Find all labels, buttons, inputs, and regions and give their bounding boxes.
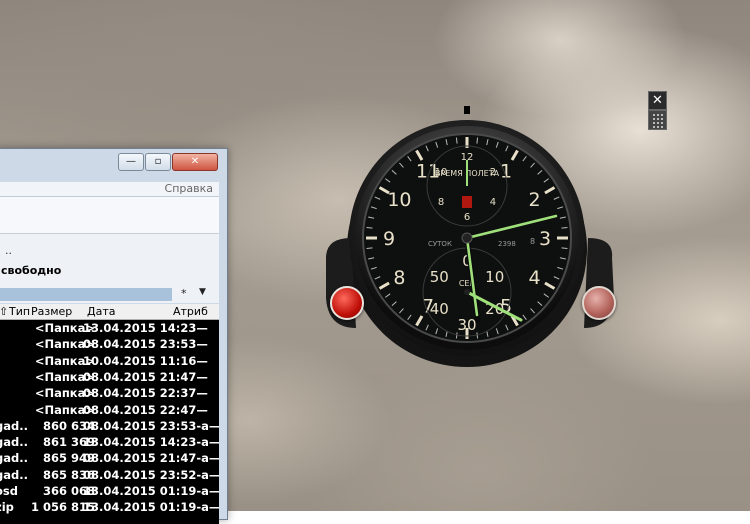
toolbar [0,197,219,234]
file-date: 13.04.2015 01:19-a— [83,500,219,515]
maximize-button[interactable]: ▫ [145,153,171,171]
file-row[interactable]: <Папка> 08.04.2015 22:37— [0,385,219,401]
hour-number: 2 [529,189,541,211]
file-row[interactable]: gad..865 94908.04.2015 21:47-a— [0,450,219,466]
file-date: 08.04.2015 23:52-a— [83,467,219,482]
aircraft-clock-gadget[interactable]: 1 2 3 4 5 7 8 9 10 11 12 2 4 6 8 10 0 10 20 30 40 50 ВРЕМЯ … [316,98,626,388]
seconds-number: 10 [485,268,504,286]
column-attr[interactable]: Атриб [173,305,208,318]
clock-tick [476,332,479,339]
clock-face: 123457891011 12246810 01020304050 ВРЕМЯ … [326,106,614,367]
hour-number: 8 [393,267,405,289]
filter-mask[interactable]: * [181,287,187,300]
small-indicator-label: 8 [530,237,535,246]
file-date: 08.04.2015 22:37— [83,386,208,401]
flight-indicator-icon [462,196,472,208]
drive-bar: .. свободно [0,234,219,288]
hour-number: 10 [387,189,411,211]
file-row[interactable]: gad..861 36913.04.2015 14:23-a— [0,434,219,450]
gadget-close-button[interactable]: ✕ [648,91,667,110]
file-row[interactable]: <Папка> 13.04.2015 14:23— [0,320,219,336]
clock-tick [366,247,373,250]
file-row[interactable]: <Папка> 10.04.2015 11:16— [0,353,219,369]
menu-help[interactable]: Справка [165,182,213,195]
file-name: gad.. [0,467,28,482]
file-date: 08.04.2015 21:47— [83,369,208,384]
file-date: 08.04.2015 21:47-a— [83,451,219,466]
serial-label: 2398 [498,240,516,248]
clock-tick [561,247,568,250]
file-name: gad.. [0,418,28,433]
file-date: 08.04.2015 23:53— [83,337,208,352]
column-size[interactable]: Размер [31,305,72,318]
hour-number: 9 [383,228,395,250]
file-date: 08.04.2015 22:47— [83,402,208,417]
sort-arrow-icon[interactable]: ⇧ [0,305,8,318]
close-button[interactable]: ✕ [172,153,218,171]
file-row[interactable]: zip1 056 81513.04.2015 01:19-a— [0,499,219,515]
file-row[interactable]: <Папка> 08.04.2015 21:47— [0,369,219,385]
clock-tick [561,226,568,229]
hour-number: 4 [529,267,541,289]
days-label: СУТОК [428,240,452,248]
path-field[interactable] [0,288,172,301]
file-row[interactable]: <Папка> 08.04.2015 22:47— [0,402,219,418]
file-row[interactable]: gad..865 83608.04.2015 23:52-a— [0,467,219,483]
menu-bar: Справка [0,182,219,197]
file-name: gad.. [0,435,28,450]
hour-number: 3 [539,228,551,250]
file-date: 13.04.2015 01:19-a— [83,484,219,498]
file-list-header: ⇧ Тип Размер Дата Атриб [0,304,219,320]
flight-time-number: 4 [490,197,496,208]
column-date[interactable]: Дата [87,305,115,318]
column-type[interactable]: Тип [9,305,30,318]
clock-tick [455,137,458,144]
file-name: gad.. [0,451,28,466]
flight-time-number: 8 [438,197,444,208]
file-name: osd [0,484,18,498]
free-space-label: свободно [1,264,62,277]
file-date: 13.04.2015 14:23— [83,321,208,335]
filter-dropdown-icon[interactable]: ▼ [199,287,206,297]
file-row[interactable]: gad..860 63408.04.2015 23:53-a— [0,418,219,434]
seconds-number: 30 [457,316,476,334]
clock-tick [476,137,479,144]
file-date: 08.04.2015 23:53-a— [83,418,219,433]
file-manager-window[interactable]: — ▫ ✕ Справка .. свободно * ▼ ⇧ Тип Разм… [0,148,228,524]
file-row[interactable]: osd366 06813.04.2015 01:19-a— [0,483,219,499]
file-date: 13.04.2015 14:23-a— [83,435,219,450]
reset-button[interactable] [330,286,364,320]
clock-tick [366,226,373,229]
flight-time-number: 6 [464,212,470,223]
file-row[interactable]: <Папка> 08.04.2015 23:53— [0,336,219,352]
seconds-number: 40 [430,300,449,318]
minimize-button[interactable]: — [118,153,144,171]
gadget-drag-handle[interactable] [648,110,667,130]
file-name: zip [0,500,14,515]
file-date: 10.04.2015 11:16— [83,353,208,368]
drive-indicator[interactable]: .. [5,244,12,257]
seconds-number: 50 [430,268,449,286]
start-stop-button[interactable] [582,286,616,320]
path-bar: * ▼ [0,287,219,303]
file-list-panel[interactable]: ⇧ Тип Размер Дата Атриб <Папка> 13.04.201… [0,304,219,524]
